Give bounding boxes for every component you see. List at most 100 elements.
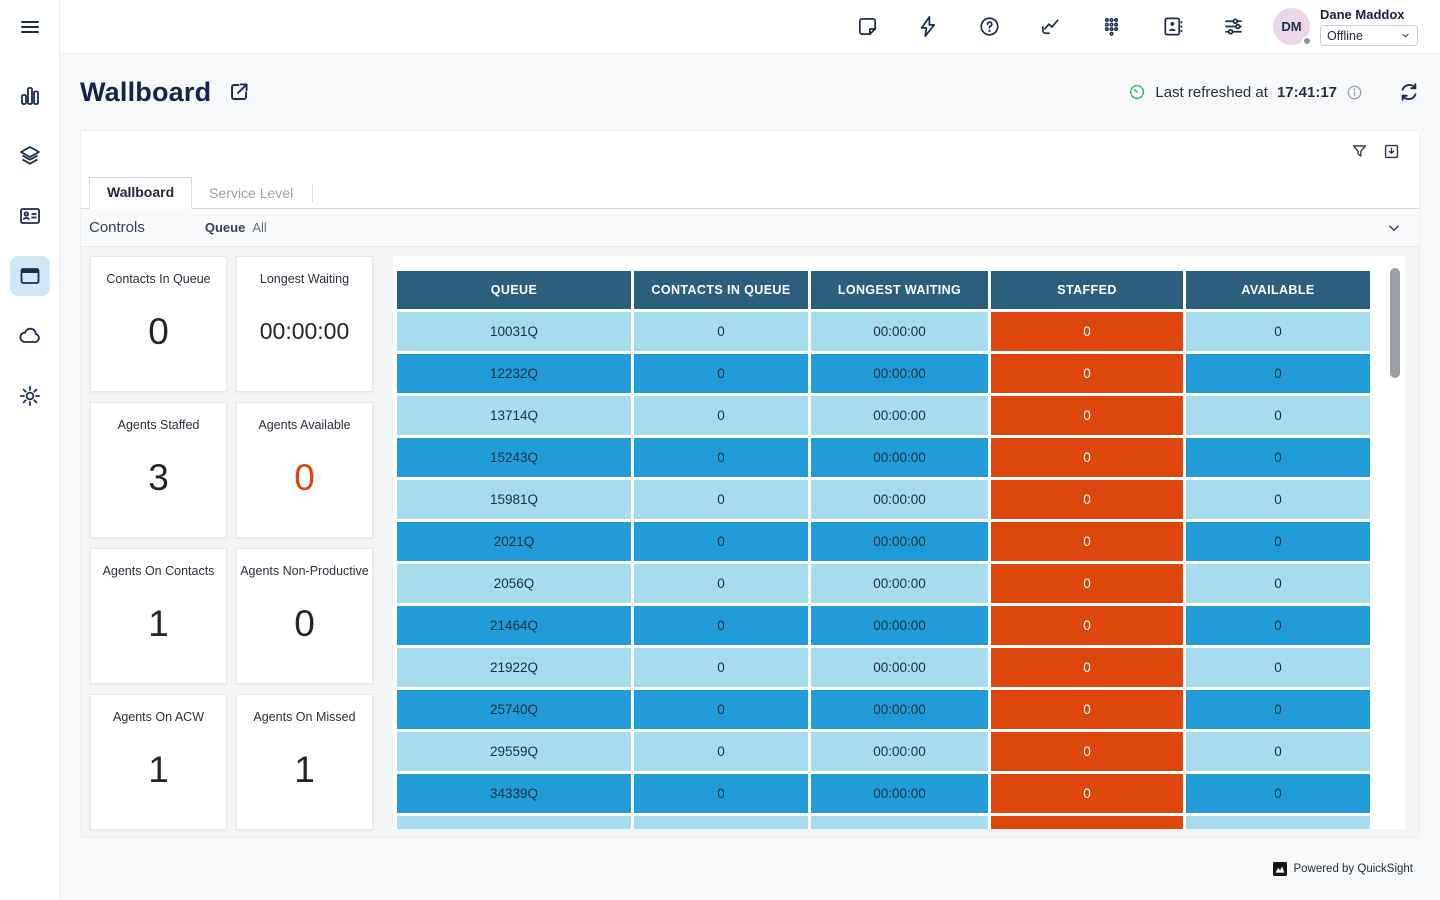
contacts-in-queue-cell: 0: [634, 606, 808, 645]
queue-cell: [397, 816, 631, 829]
queue-table-panel: QUEUECONTACTS IN QUEUELONGEST WAITINGSTA…: [393, 256, 1405, 829]
kpi-label: Agents Available: [258, 418, 350, 432]
queue-cell: 21464Q: [397, 606, 631, 645]
metrics-trend-icon[interactable]: [1039, 15, 1062, 38]
status-value: Offline: [1327, 29, 1363, 43]
table-row[interactable]: 29559Q000:00:0000: [397, 732, 1370, 771]
sidebar-item-contacts[interactable]: [10, 196, 50, 236]
longest-waiting-cell: [811, 816, 988, 829]
table-column-header[interactable]: STAFFED: [991, 271, 1183, 309]
powered-by: Powered by QuickSight: [1273, 862, 1413, 876]
help-icon[interactable]: [978, 15, 1001, 38]
topbar-icon-group: [856, 15, 1245, 38]
external-link-icon[interactable]: [227, 80, 251, 104]
table-header-row: QUEUECONTACTS IN QUEUELONGEST WAITINGSTA…: [397, 271, 1370, 309]
tab-wallboard[interactable]: Wallboard: [89, 177, 192, 209]
table-row[interactable]: 21464Q000:00:0000: [397, 606, 1370, 645]
chevron-down-icon: [1400, 30, 1411, 41]
quicksight-logo-icon: [1273, 862, 1287, 876]
available-cell: 0: [1186, 312, 1370, 351]
controls-label: Controls: [89, 219, 145, 236]
kpi-label: Agents On Missed: [253, 710, 355, 724]
contacts-in-queue-cell: 0: [634, 564, 808, 603]
kpi-tile: Agents Available 0: [236, 402, 373, 538]
table-row[interactable]: 13714Q000:00:0000: [397, 396, 1370, 435]
longest-waiting-cell: 00:00:00: [811, 396, 988, 435]
staffed-cell: [991, 816, 1183, 829]
top-header: DM Dane Maddox Offline: [60, 0, 1440, 54]
queue-filter[interactable]: Queue All: [205, 220, 267, 235]
contacts-in-queue-cell: 0: [634, 312, 808, 351]
info-icon[interactable]: [1346, 84, 1363, 101]
table-row[interactable]: 34339Q000:00:0000: [397, 774, 1370, 813]
table-column-header[interactable]: QUEUE: [397, 271, 631, 309]
preferences-sliders-icon[interactable]: [1222, 15, 1245, 38]
longest-waiting-cell: 00:00:00: [811, 690, 988, 729]
tab-service-level[interactable]: Service Level: [192, 179, 310, 209]
contacts-in-queue-cell: 0: [634, 690, 808, 729]
staffed-cell: 0: [991, 396, 1183, 435]
kpi-label: Agents Non-Productive: [240, 564, 369, 578]
available-cell: 0: [1186, 564, 1370, 603]
kpi-label: Agents On ACW: [113, 710, 204, 724]
staffed-cell: 0: [991, 774, 1183, 813]
kpi-tile: Agents On Missed 1: [236, 694, 373, 830]
table-row[interactable]: 15243Q000:00:0000: [397, 438, 1370, 477]
table-column-header[interactable]: CONTACTS IN QUEUE: [634, 271, 808, 309]
available-cell: 0: [1186, 438, 1370, 477]
table-column-header[interactable]: LONGEST WAITING: [811, 271, 988, 309]
sidebar-item-layers[interactable]: [10, 136, 50, 176]
sidebar-item-settings[interactable]: [10, 376, 50, 416]
available-cell: 0: [1186, 354, 1370, 393]
longest-waiting-cell: 00:00:00: [811, 732, 988, 771]
kpi-tile: Agents On Contacts 1: [90, 548, 227, 684]
kpi-label: Contacts In Queue: [106, 272, 210, 286]
queue-cell: 15243Q: [397, 438, 631, 477]
sidebar-item-wallboard[interactable]: [10, 256, 50, 296]
available-cell: [1186, 816, 1370, 829]
contacts-in-queue-cell: 0: [634, 354, 808, 393]
agent-directory-icon[interactable]: [1161, 15, 1184, 38]
filter-icon[interactable]: [1350, 142, 1369, 161]
notes-icon[interactable]: [856, 15, 879, 38]
controls-bar: Controls Queue All: [81, 209, 1419, 247]
available-cell: 0: [1186, 690, 1370, 729]
table-row[interactable]: 21922Q000:00:0000: [397, 648, 1370, 687]
table-row[interactable]: 25740Q000:00:0000: [397, 690, 1370, 729]
kpi-value: 3: [148, 432, 169, 537]
contacts-in-queue-cell: 0: [634, 648, 808, 687]
sidebar-item-metrics[interactable]: [10, 76, 50, 116]
table-row[interactable]: 10031Q000:00:0000: [397, 312, 1370, 351]
hamburger-menu-icon[interactable]: [0, 0, 59, 54]
queue-cell: 2056Q: [397, 564, 631, 603]
sidebar-item-cloud[interactable]: [10, 316, 50, 356]
queue-filter-value: All: [252, 220, 266, 235]
card-toolbar: [81, 131, 1419, 178]
page-header: Wallboard Last refreshed at 17:41:17: [60, 54, 1440, 130]
status-dot: [1302, 36, 1312, 46]
cloud-icon: [18, 324, 42, 348]
queue-cell: 15981Q: [397, 480, 631, 519]
table-row[interactable]: [397, 816, 1370, 829]
table-column-header[interactable]: AVAILABLE: [1186, 271, 1370, 309]
refresh-button[interactable]: [1398, 81, 1420, 103]
staffed-cell: 0: [991, 522, 1183, 561]
quick-connect-icon[interactable]: [917, 15, 940, 38]
table-row[interactable]: 2056Q000:00:0000: [397, 564, 1370, 603]
status-dropdown[interactable]: Offline: [1320, 25, 1418, 46]
dialpad-icon[interactable]: [1100, 15, 1123, 38]
avatar[interactable]: DM: [1273, 8, 1310, 45]
kpi-tile: Agents Non-Productive 0: [236, 548, 373, 684]
table-scrollbar[interactable]: [1390, 268, 1400, 378]
table-row[interactable]: 15981Q000:00:0000: [397, 480, 1370, 519]
download-icon[interactable]: [1382, 142, 1401, 161]
kpi-tile: Agents Staffed 3: [90, 402, 227, 538]
controls-collapse-chevron-icon[interactable]: [1385, 219, 1403, 237]
table-row[interactable]: 12232Q000:00:0000: [397, 354, 1370, 393]
queue-cell: 2021Q: [397, 522, 631, 561]
queue-cell: 29559Q: [397, 732, 631, 771]
table-row[interactable]: 2021Q000:00:0000: [397, 522, 1370, 561]
timer-icon: [1128, 83, 1146, 101]
tab-bar: Wallboard Service Level: [81, 178, 1419, 209]
kpi-label: Longest Waiting: [260, 272, 349, 286]
